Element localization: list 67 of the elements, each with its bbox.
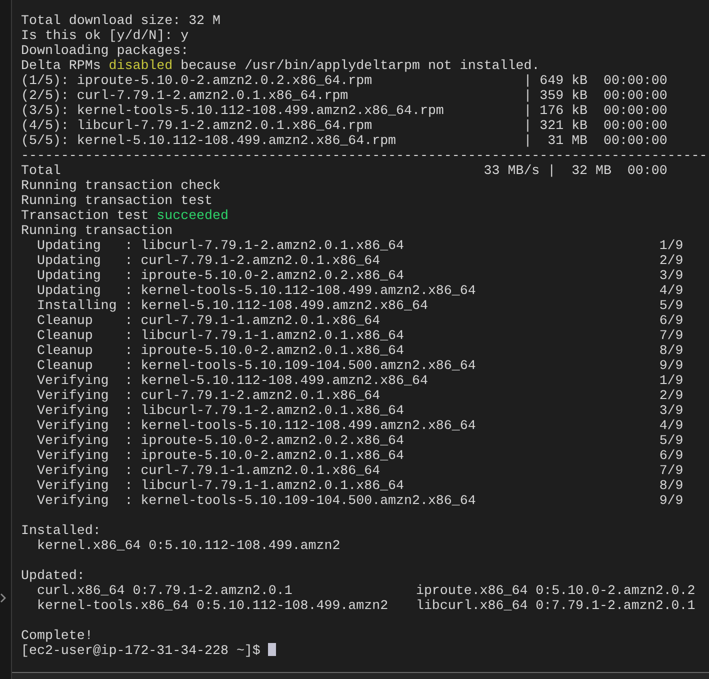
terminal-line: Running transaction check xyxy=(21,178,222,193)
terminal-line: Is this ok [y/d/N]: y xyxy=(21,28,190,43)
terminal-text: 9/9 xyxy=(659,358,684,373)
terminal-text: Cleanup : iproute-5.10.0-2.amzn2.0.1.x86_64 xyxy=(36,343,404,358)
terminal-text: 5/9 xyxy=(659,433,684,448)
terminal-line: Transaction test succeeded xyxy=(21,208,230,223)
terminal-text: 4/9 xyxy=(659,283,684,298)
terminal-text: 1/9 xyxy=(659,238,684,253)
terminal-line: Downloading packages: xyxy=(21,43,190,58)
terminal-line: Installed: xyxy=(21,523,102,538)
terminal-text: | 359 kB 00:00:00 xyxy=(524,88,668,103)
terminal-line: Total download size: 32 M xyxy=(21,13,222,28)
terminal-text: Updating : iproute-5.10.0-2.amzn2.0.2.x86_64 xyxy=(36,268,404,283)
terminal-text: Cleanup : curl-7.79.1-1.amzn2.0.1.x86_64 xyxy=(36,313,380,328)
terminal-text: | 321 kB 00:00:00 xyxy=(524,118,668,133)
terminal-text: Cleanup : kernel-tools-5.10.109-104.500.amzn2.x86_64 xyxy=(36,358,476,373)
terminal-text: Verifying : kernel-tools-5.10.112-108.499.amzn2.x86_64 xyxy=(36,418,476,433)
terminal-text: Verifying : curl-7.79.1-1.amzn2.0.1.x86_64 xyxy=(36,463,380,478)
terminal-text: Installing : kernel-5.10.112-108.499.amzn2.x86_64 xyxy=(36,298,428,313)
terminal-text: (4/5): libcurl-7.79.1-2.amzn2.0.1.x86_64.rpm xyxy=(21,118,372,133)
terminal-text: Verifying : libcurl-7.79.1-2.amzn2.0.1.x86_64 xyxy=(36,403,404,418)
terminal-text: | 31 MB 00:00:00 xyxy=(524,133,668,148)
terminal-text: Updating : libcurl-7.79.1-2.amzn2.0.1.x86_64 xyxy=(36,238,404,253)
terminal-text: Verifying : libcurl-7.79.1-1.amzn2.0.1.x86_64 xyxy=(36,478,404,493)
terminal-line: kernel.x86_64 0:5.10.112-108.499.amzn2 xyxy=(36,538,342,553)
chevron-icon[interactable] xyxy=(0,593,7,603)
terminal-text: Verifying : kernel-tools-5.10.109-104.500.amzn2.x86_64 xyxy=(36,493,476,508)
terminal-text: kernel-tools.x86_64 0:5.10.112-108.499.amzn2 xyxy=(36,598,390,613)
terminal-text: Verifying : curl-7.79.1-2.amzn2.0.1.x86_64 xyxy=(36,388,380,403)
terminal-text: Verifying : iproute-5.10.0-2.amzn2.0.2.x86_64 xyxy=(36,433,404,448)
terminal-text: 4/9 xyxy=(659,418,684,433)
terminal-line: Complete! xyxy=(21,628,94,643)
terminal-line: Running transaction xyxy=(21,223,174,238)
terminal-text: Updating : kernel-tools-5.10.112-108.499.amzn2.x86_64 xyxy=(36,283,476,298)
terminal-text: [ec2-user@ip-172-31-34-228 ~]$ xyxy=(21,643,260,658)
terminal-text: iproute.x86_64 0:5.10.0-2.amzn2.0.2 xyxy=(416,583,696,598)
terminal-text: 6/9 xyxy=(659,313,684,328)
terminal-text: | 649 kB 00:00:00 xyxy=(524,73,668,88)
terminal-text: Total xyxy=(21,163,61,178)
terminal-line: Running transaction test xyxy=(21,193,214,208)
terminal-text: (3/5): kernel-tools-5.10.112-108.499.amzn2.x86_64.rpm xyxy=(21,103,444,118)
terminal-text: 33 MB/s | 32 MB 00:00 xyxy=(484,163,668,178)
terminal-line: Updated: xyxy=(21,568,86,583)
terminal-text: (2/5): curl-7.79.1-2.amzn2.0.1.x86_64.rpm xyxy=(21,88,348,103)
terminal-text: 3/9 xyxy=(659,403,684,418)
terminal-text: 1/9 xyxy=(659,373,684,388)
terminal-text: Verifying : iproute-5.10.0-2.amzn2.0.1.x86_64 xyxy=(36,448,404,463)
terminal-text: 7/9 xyxy=(659,463,684,478)
terminal-text: (1/5): iproute-5.10.0-2.amzn2.0.2.x86_64.rpm xyxy=(21,73,372,88)
terminal-text: 2/9 xyxy=(659,253,684,268)
terminal-text: 5/9 xyxy=(659,298,684,313)
terminal-text: 2/9 xyxy=(659,388,684,403)
terminal-text: | 176 kB 00:00:00 xyxy=(524,103,668,118)
terminal-text: (5/5): kernel-5.10.112-108.499.amzn2.x86_64.rpm xyxy=(21,133,396,148)
terminal-text: 3/9 xyxy=(659,268,684,283)
terminal-text: Updating : curl-7.79.1-2.amzn2.0.1.x86_64 xyxy=(36,253,380,268)
terminal-text: 6/9 xyxy=(659,448,684,463)
terminal-text: 8/9 xyxy=(659,478,684,493)
terminal-line: Delta RPMs disabled because /usr/bin/applydeltarpm not installed. xyxy=(21,58,541,73)
terminal-text: 8/9 xyxy=(659,343,684,358)
terminal-text: libcurl.x86_64 0:7.79.1-2.amzn2.0.1 xyxy=(416,598,696,613)
terminal-text: Cleanup : libcurl-7.79.1-1.amzn2.0.1.x86_64 xyxy=(36,328,404,343)
terminal-line: -------------------------------------------------------------------------------------- xyxy=(21,148,708,163)
terminal-text: 9/9 xyxy=(659,493,684,508)
terminal-text: 7/9 xyxy=(659,328,684,343)
terminal-text: curl.x86_64 0:7.79.1-2.amzn2.0.1 xyxy=(36,583,294,598)
terminal-text: Verifying : kernel-5.10.112-108.499.amzn2.x86_64 xyxy=(36,373,428,388)
